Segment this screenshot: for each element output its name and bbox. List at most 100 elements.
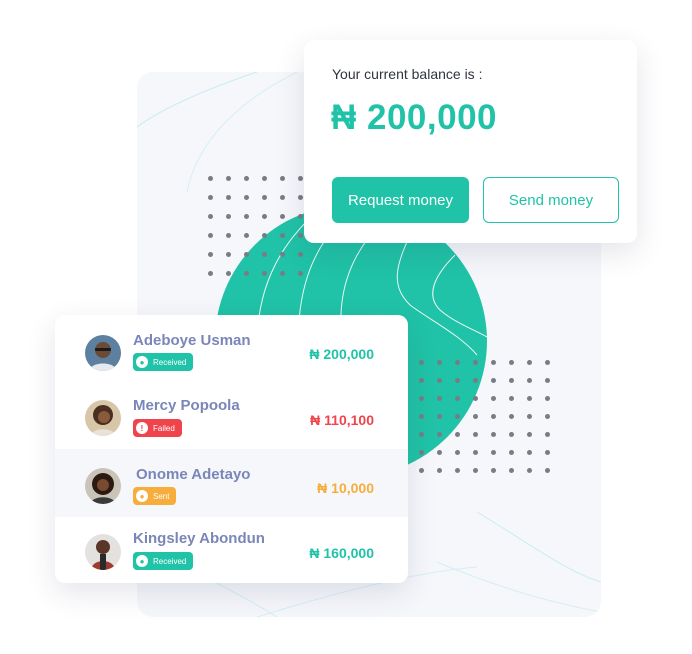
transaction-name: Mercy Popoola [133,397,240,414]
dot [491,432,496,437]
dot [419,378,424,383]
dot [208,252,213,257]
status-badge: ! Failed [133,419,182,437]
transaction-name: Adeboye Usman [133,332,251,349]
dot [545,450,550,455]
transactions-card: Adeboye Usman ● Received ₦ 200,000 Mercy… [55,315,408,583]
dot [280,176,285,181]
avatar [85,534,121,570]
transaction-name: Kingsley Abondun [133,530,265,547]
dot [244,233,249,238]
dot [208,271,213,276]
dot [491,378,496,383]
dot [226,195,231,200]
dot [473,432,478,437]
transaction-amount: ₦ 10,000 [317,480,374,496]
dot [473,396,478,401]
person-icon: ● [136,555,148,567]
dot [491,414,496,419]
dot [545,396,550,401]
dot [527,468,532,473]
dot [527,360,532,365]
status-badge: ● Received [133,552,194,570]
dot [226,233,231,238]
dot [473,378,478,383]
dot [280,252,285,257]
dot [509,414,514,419]
dot [298,233,303,238]
dot [491,450,496,455]
status-badge: ● Sent [133,487,177,505]
dot [437,414,442,419]
dot [437,396,442,401]
dot [491,360,496,365]
request-money-button[interactable]: Request money [332,177,469,223]
dot [437,378,442,383]
dot [527,378,532,383]
dot [262,214,267,219]
dot [208,214,213,219]
balance-label: Your current balance is : [332,66,483,82]
dot [545,378,550,383]
status-label: Sent [153,491,170,501]
dot [473,360,478,365]
transaction-amount: ₦ 110,100 [310,412,374,428]
dot [509,378,514,383]
dot [280,233,285,238]
dot [419,432,424,437]
status-badge: ● Received [133,353,194,371]
status-label: Received [153,556,187,566]
dot [455,414,460,419]
dot [298,176,303,181]
transaction-name: Onome Adetayo [136,466,251,483]
dot [419,360,424,365]
dot-grid-right [419,360,550,473]
dot [527,450,532,455]
dot [262,271,267,276]
balance-card: Your current balance is : ₦ 200,000 Requ… [304,40,637,243]
dot [262,176,267,181]
dot [437,432,442,437]
balance-amount: ₦ 200,000 [331,98,498,137]
dot [527,396,532,401]
person-icon: ● [136,490,148,502]
dot [298,214,303,219]
dot [226,271,231,276]
dot [244,195,249,200]
dot [262,195,267,200]
dot [509,468,514,473]
dot [226,252,231,257]
transaction-amount: ₦ 160,000 [309,545,374,561]
transaction-row[interactable]: Adeboye Usman ● Received ₦ 200,000 [55,315,408,383]
dot [437,468,442,473]
dot [509,396,514,401]
transaction-row[interactable]: Onome Adetayo ● Sent ₦ 10,000 [55,449,408,517]
dot [455,432,460,437]
dot [509,432,514,437]
dot [491,396,496,401]
dot [545,432,550,437]
dot [455,468,460,473]
transaction-row[interactable]: Kingsley Abondun ● Received ₦ 160,000 [55,517,408,583]
dot [419,414,424,419]
transaction-amount: ₦ 200,000 [309,346,374,362]
dot [455,396,460,401]
status-label: Received [153,357,187,367]
dot [545,414,550,419]
dot [262,252,267,257]
avatar [85,335,121,371]
dot [280,195,285,200]
dot [226,176,231,181]
dot [298,252,303,257]
dot [280,271,285,276]
dot [455,450,460,455]
send-money-button[interactable]: Send money [483,177,619,223]
transaction-row[interactable]: Mercy Popoola ! Failed ₦ 110,100 [55,383,408,449]
dot [527,432,532,437]
dot [437,450,442,455]
dot [244,176,249,181]
dot [244,214,249,219]
dot [419,450,424,455]
dot [208,233,213,238]
avatar [85,468,121,504]
